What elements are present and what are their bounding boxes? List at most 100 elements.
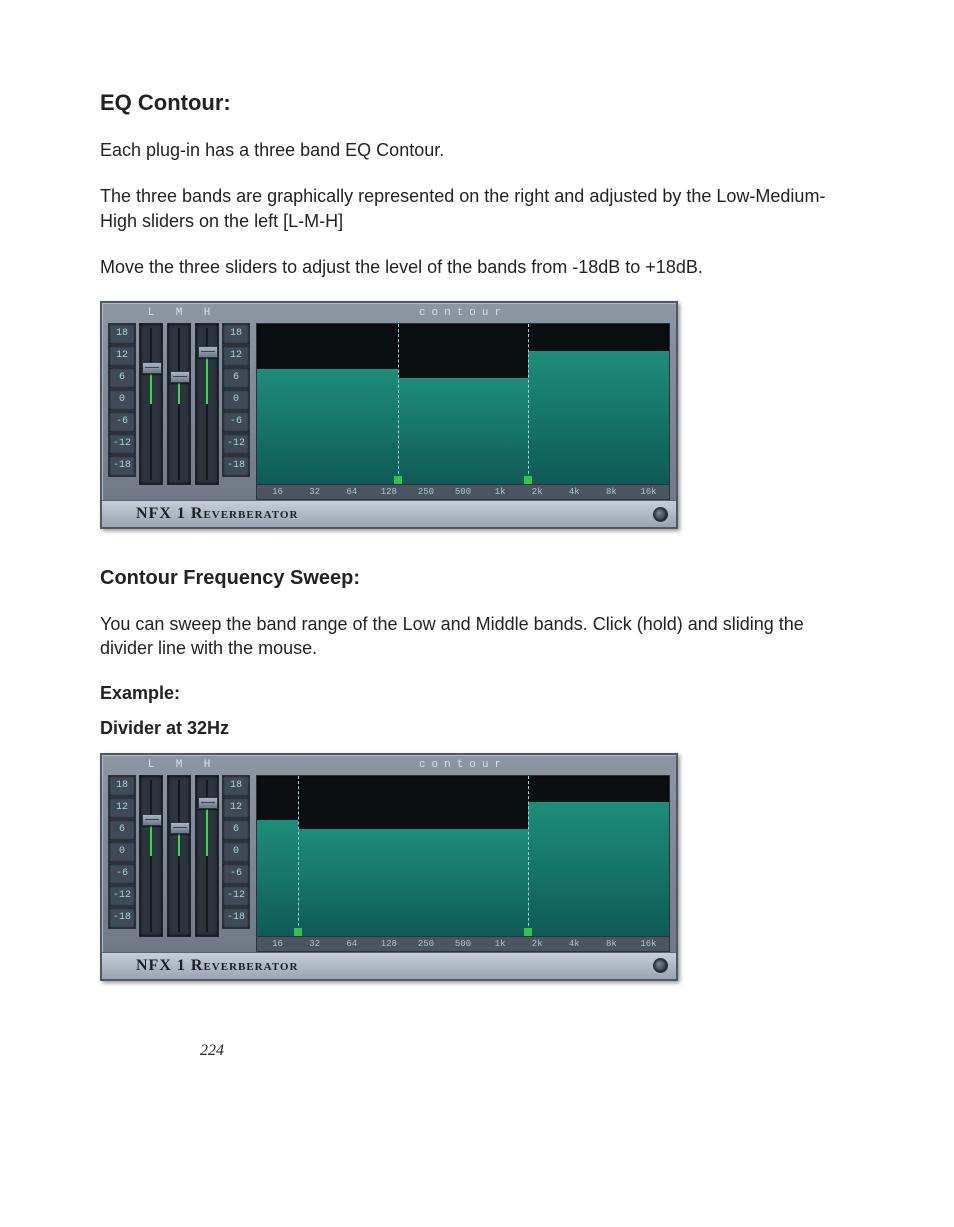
plugin-name-label: NFX 1 Reverberator bbox=[136, 957, 298, 974]
freq-tick-label: 64 bbox=[333, 938, 370, 950]
band-divider-handle[interactable] bbox=[524, 476, 532, 485]
slider-low[interactable]: L bbox=[138, 759, 164, 937]
db-scale-cell: 18 bbox=[108, 775, 136, 797]
db-scale-cell: -12 bbox=[108, 885, 136, 907]
chart-title: contour bbox=[256, 307, 670, 323]
frequency-axis: 1632641282505001k2k4k8k16k bbox=[256, 937, 670, 952]
db-scale-cell: -6 bbox=[222, 411, 250, 433]
freq-tick-label: 1k bbox=[482, 486, 519, 498]
db-scale-cell: 12 bbox=[108, 345, 136, 367]
db-scale-right: 181260-6-12-18 bbox=[222, 323, 250, 485]
contour-chart[interactable] bbox=[256, 775, 670, 937]
db-scale-cell: -18 bbox=[108, 907, 136, 929]
paragraph: Each plug-in has a three band EQ Contour… bbox=[100, 138, 854, 162]
db-scale-cell: 6 bbox=[222, 367, 250, 389]
freq-tick-label: 16 bbox=[259, 938, 296, 950]
freq-tick-label: 16k bbox=[630, 938, 667, 950]
freq-tick-label: 32 bbox=[296, 938, 333, 950]
db-scale-cell: -12 bbox=[108, 433, 136, 455]
db-scale-cell: -18 bbox=[222, 907, 250, 929]
db-scale-cell: 0 bbox=[222, 389, 250, 411]
freq-tick-label: 4k bbox=[556, 486, 593, 498]
eq-band bbox=[528, 351, 669, 484]
slider-high[interactable]: H bbox=[194, 759, 220, 937]
freq-tick-label: 8k bbox=[593, 938, 630, 950]
freq-tick-label: 4k bbox=[556, 938, 593, 950]
eq-band bbox=[257, 369, 398, 485]
db-scale-left: 181260-6-12-18 bbox=[108, 775, 136, 937]
db-scale-cell: -6 bbox=[222, 863, 250, 885]
divider-label: Divider at 32Hz bbox=[100, 718, 854, 739]
slider-label: M bbox=[176, 759, 183, 775]
eq-contour-panel: 181260-6-12-18 L M H 181260-6-12-18 cont… bbox=[100, 301, 678, 529]
db-scale-cell: -18 bbox=[108, 455, 136, 477]
slider-high[interactable]: H bbox=[194, 307, 220, 485]
paragraph: You can sweep the band range of the Low … bbox=[100, 612, 854, 661]
db-scale-cell: 0 bbox=[108, 389, 136, 411]
band-divider[interactable] bbox=[528, 324, 529, 484]
db-scale-cell: -18 bbox=[222, 455, 250, 477]
paragraph: The three bands are graphically represen… bbox=[100, 184, 854, 233]
db-scale-cell: -6 bbox=[108, 863, 136, 885]
slider-thumb[interactable] bbox=[198, 797, 218, 809]
eq-contour-panel: 181260-6-12-18 L M H 181260-6-12-18 cont… bbox=[100, 753, 678, 981]
slider-low[interactable]: L bbox=[138, 307, 164, 485]
eq-band bbox=[398, 378, 528, 485]
plugin-name-label: NFX 1 Reverberator bbox=[136, 505, 298, 522]
db-scale-cell: 12 bbox=[222, 797, 250, 819]
contour-chart[interactable] bbox=[256, 323, 670, 485]
paragraph: Move the three sliders to adjust the lev… bbox=[100, 255, 854, 279]
power-led-icon[interactable] bbox=[653, 958, 668, 973]
chart-title: contour bbox=[256, 759, 670, 775]
db-scale-cell: -12 bbox=[222, 433, 250, 455]
db-scale-cell: 18 bbox=[222, 323, 250, 345]
band-divider[interactable] bbox=[398, 324, 399, 484]
slider-thumb[interactable] bbox=[170, 822, 190, 834]
db-scale-cell: -12 bbox=[222, 885, 250, 907]
page-number: 224 bbox=[200, 1042, 224, 1060]
slider-thumb[interactable] bbox=[142, 362, 162, 374]
db-scale-cell: 0 bbox=[108, 841, 136, 863]
db-scale-left: 181260-6-12-18 bbox=[108, 323, 136, 485]
slider-label: H bbox=[204, 759, 211, 775]
eq-band bbox=[298, 829, 527, 936]
example-label: Example: bbox=[100, 683, 854, 704]
freq-tick-label: 32 bbox=[296, 486, 333, 498]
db-scale-cell: 18 bbox=[222, 775, 250, 797]
slider-label: L bbox=[148, 759, 155, 775]
power-led-icon[interactable] bbox=[653, 507, 668, 522]
freq-tick-label: 500 bbox=[444, 938, 481, 950]
freq-tick-label: 2k bbox=[519, 938, 556, 950]
freq-tick-label: 500 bbox=[444, 486, 481, 498]
db-scale-cell: 12 bbox=[108, 797, 136, 819]
db-scale-cell: 6 bbox=[222, 819, 250, 841]
slider-mid[interactable]: M bbox=[166, 759, 192, 937]
slider-label: L bbox=[148, 307, 155, 323]
db-scale-cell: 12 bbox=[222, 345, 250, 367]
slider-thumb[interactable] bbox=[142, 814, 162, 826]
slider-mid[interactable]: M bbox=[166, 307, 192, 485]
slider-thumb[interactable] bbox=[170, 371, 190, 383]
heading-eq-contour: EQ Contour: bbox=[100, 90, 854, 116]
slider-thumb[interactable] bbox=[198, 346, 218, 358]
freq-tick-label: 250 bbox=[407, 938, 444, 950]
band-divider[interactable] bbox=[298, 776, 299, 936]
db-scale-cell: -6 bbox=[108, 411, 136, 433]
eq-band bbox=[257, 820, 298, 936]
freq-tick-label: 16 bbox=[259, 486, 296, 498]
frequency-axis: 1632641282505001k2k4k8k16k bbox=[256, 485, 670, 500]
freq-tick-label: 2k bbox=[519, 486, 556, 498]
heading-contour-sweep: Contour Frequency Sweep: bbox=[100, 567, 854, 590]
band-divider-handle[interactable] bbox=[294, 928, 302, 937]
db-scale-cell: 6 bbox=[108, 367, 136, 389]
db-scale-cell: 6 bbox=[108, 819, 136, 841]
slider-label: M bbox=[176, 307, 183, 323]
freq-tick-label: 1k bbox=[482, 938, 519, 950]
band-divider-handle[interactable] bbox=[524, 928, 532, 937]
db-scale-cell: 0 bbox=[222, 841, 250, 863]
freq-tick-label: 128 bbox=[370, 486, 407, 498]
band-divider[interactable] bbox=[528, 776, 529, 936]
band-divider-handle[interactable] bbox=[394, 476, 402, 485]
freq-tick-label: 128 bbox=[370, 938, 407, 950]
freq-tick-label: 16k bbox=[630, 486, 667, 498]
